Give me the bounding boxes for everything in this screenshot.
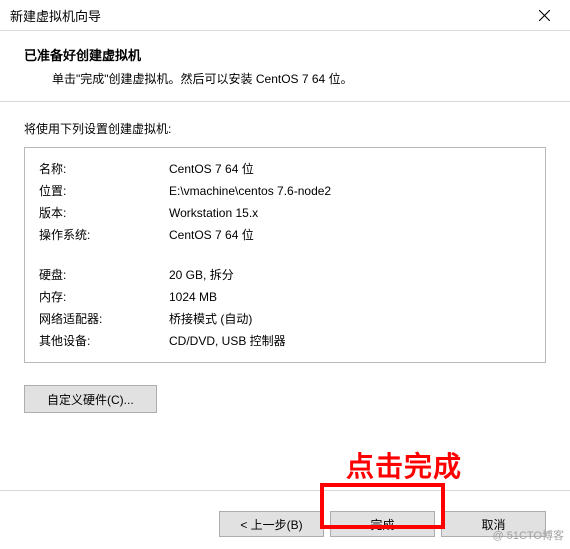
close-icon bbox=[539, 10, 550, 21]
summary-row: 版本:Workstation 15.x bbox=[39, 202, 531, 224]
summary-row: 操作系统:CentOS 7 64 位 bbox=[39, 224, 531, 246]
wizard-header: 已准备好创建虚拟机 单击"完成"创建虚拟机。然后可以安装 CentOS 7 64… bbox=[0, 31, 570, 101]
titlebar: 新建虚拟机向导 bbox=[0, 0, 570, 30]
summary-key: 位置: bbox=[39, 180, 169, 202]
back-button[interactable]: < 上一步(B) bbox=[219, 511, 324, 537]
summary-value: CentOS 7 64 位 bbox=[169, 224, 531, 246]
summary-value: E:\vmachine\centos 7.6-node2 bbox=[169, 180, 531, 202]
wizard-subtitle: 单击"完成"创建虚拟机。然后可以安装 CentOS 7 64 位。 bbox=[24, 70, 546, 87]
content-area: 将使用下列设置创建虚拟机: 名称:CentOS 7 64 位位置:E:\vmac… bbox=[0, 102, 570, 417]
summary-row: 网络适配器:桥接模式 (自动) bbox=[39, 308, 531, 330]
summary-value: CD/DVD, USB 控制器 bbox=[169, 330, 531, 352]
summary-row: 其他设备:CD/DVD, USB 控制器 bbox=[39, 330, 531, 352]
customize-row: 自定义硬件(C)... bbox=[24, 385, 546, 413]
summary-value: 1024 MB bbox=[169, 286, 531, 308]
summary-key: 操作系统: bbox=[39, 224, 169, 246]
summary-row: 位置:E:\vmachine\centos 7.6-node2 bbox=[39, 180, 531, 202]
annotation-text: 点击完成 bbox=[346, 445, 462, 485]
summary-box: 名称:CentOS 7 64 位位置:E:\vmachine\centos 7.… bbox=[24, 147, 546, 363]
customize-hardware-button[interactable]: 自定义硬件(C)... bbox=[24, 385, 157, 413]
summary-gap bbox=[39, 246, 531, 264]
summary-lead: 将使用下列设置创建虚拟机: bbox=[24, 120, 546, 137]
wizard-title: 已准备好创建虚拟机 bbox=[24, 45, 546, 64]
summary-value: 20 GB, 拆分 bbox=[169, 264, 531, 286]
summary-key: 其他设备: bbox=[39, 330, 169, 352]
summary-row: 内存:1024 MB bbox=[39, 286, 531, 308]
summary-key: 内存: bbox=[39, 286, 169, 308]
summary-value: Workstation 15.x bbox=[169, 202, 531, 224]
summary-key: 网络适配器: bbox=[39, 308, 169, 330]
summary-key: 版本: bbox=[39, 202, 169, 224]
watermark: @ 51CTO博客 bbox=[493, 527, 564, 543]
summary-row: 硬盘:20 GB, 拆分 bbox=[39, 264, 531, 286]
summary-value: CentOS 7 64 位 bbox=[169, 158, 531, 180]
summary-key: 名称: bbox=[39, 158, 169, 180]
close-button[interactable] bbox=[522, 1, 566, 29]
summary-key: 硬盘: bbox=[39, 264, 169, 286]
divider bbox=[0, 490, 570, 491]
finish-button[interactable]: 完成 bbox=[330, 511, 435, 537]
summary-row: 名称:CentOS 7 64 位 bbox=[39, 158, 531, 180]
summary-value: 桥接模式 (自动) bbox=[169, 308, 531, 330]
window-title: 新建虚拟机向导 bbox=[10, 6, 101, 25]
